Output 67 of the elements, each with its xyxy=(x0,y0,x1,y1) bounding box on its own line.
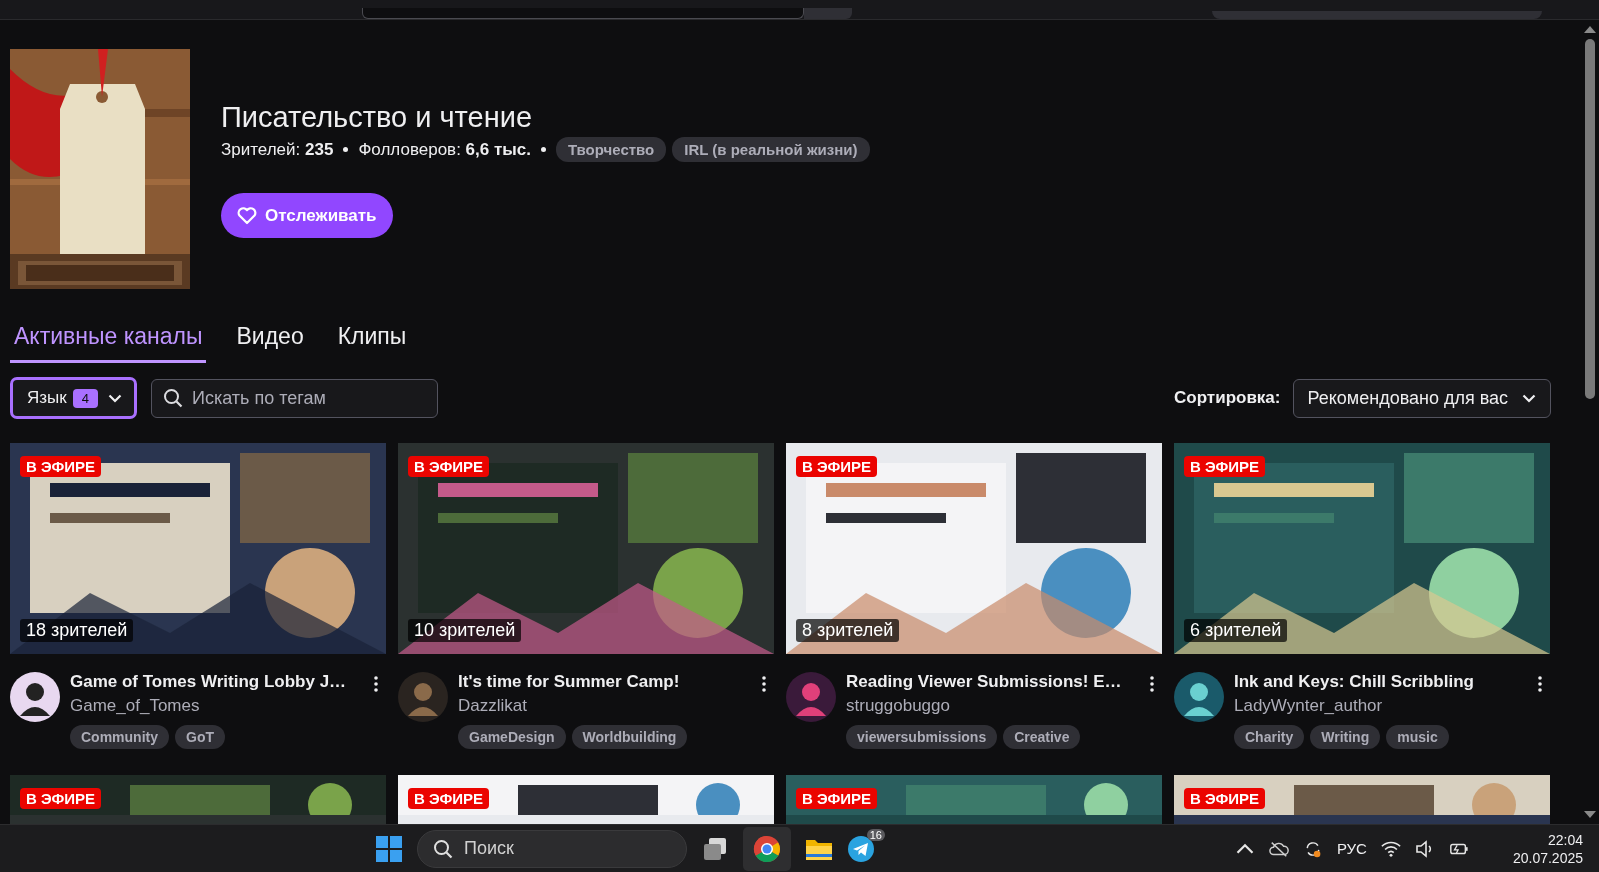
more-options-icon[interactable] xyxy=(762,676,766,692)
tab[interactable]: Клипы xyxy=(333,317,411,363)
channel-name[interactable]: struggobuggo xyxy=(846,696,1140,716)
more-options-icon[interactable] xyxy=(1150,676,1154,692)
follower-count: Фолловеров: 6,6 тыс. xyxy=(358,139,531,160)
tag[interactable]: Worldbuilding xyxy=(571,725,688,749)
follow-button[interactable]: Отслеживать xyxy=(221,193,393,238)
tag[interactable]: GoT xyxy=(175,725,225,749)
heart-icon xyxy=(237,206,257,225)
avatar[interactable] xyxy=(1174,672,1224,722)
tag[interactable]: music xyxy=(1386,725,1449,749)
viewer-count: 10 зрителей xyxy=(408,619,522,642)
stream-title[interactable]: It's time for Summer Camp! xyxy=(458,672,752,692)
viewer-count: Зрителей: 235 xyxy=(221,139,334,160)
search-icon xyxy=(433,838,453,859)
channel-name[interactable]: Game_of_Tomes xyxy=(70,696,364,716)
live-badge: В ЭФИРЕ xyxy=(20,788,102,809)
live-badge: В ЭФИРЕ xyxy=(408,456,490,477)
notification-badge: 16 xyxy=(866,828,885,841)
chevron-icon xyxy=(107,393,122,403)
tab[interactable]: Активные каналы xyxy=(10,317,207,363)
channel-name[interactable]: LadyWynter_author xyxy=(1234,696,1528,716)
viewer-count: 8 зрителей xyxy=(796,619,900,642)
more-options-icon[interactable] xyxy=(374,676,378,692)
viewer-count: 18 зрителей xyxy=(20,619,134,642)
input-language[interactable]: РУС xyxy=(1336,840,1367,857)
language-filter[interactable]: Язык 4 xyxy=(10,377,137,419)
search-icon xyxy=(162,387,183,408)
live-badge: В ЭФИРЕ xyxy=(1184,788,1266,809)
language-label: Язык xyxy=(27,388,67,408)
separator-dot xyxy=(343,147,349,152)
clock-time[interactable]: 22:04 xyxy=(1547,830,1583,849)
tag[interactable]: IRL (в реальной жизни) xyxy=(672,137,870,162)
cloud-off-icon[interactable] xyxy=(1268,839,1289,858)
browser-icon[interactable] xyxy=(753,834,781,863)
live-badge: В ЭФИРЕ xyxy=(796,788,878,809)
tag[interactable]: Creative xyxy=(1003,725,1081,749)
count-badge: 4 xyxy=(72,388,98,408)
taskbar-search-field[interactable]: Поиск xyxy=(417,829,687,868)
clock-date[interactable]: 20.07.2025 xyxy=(1512,848,1583,867)
chevron-icon xyxy=(1522,393,1537,403)
viewer-count: 6 зрителей xyxy=(1184,619,1288,642)
live-badge: В ЭФИРЕ xyxy=(408,788,490,809)
sort-value: Рекомендовано для вас xyxy=(1307,387,1509,409)
tab[interactable]: Видео xyxy=(232,317,308,363)
avatar[interactable] xyxy=(10,672,60,722)
sort-label: Сортировка: xyxy=(1174,388,1281,408)
tag[interactable]: Writing xyxy=(1310,725,1381,749)
tag[interactable]: Community xyxy=(70,725,169,749)
channel-name[interactable]: Dazzlikat xyxy=(458,696,752,716)
tag[interactable]: GameDesign xyxy=(458,725,566,749)
separator-dot xyxy=(540,147,546,152)
live-badge: В ЭФИРЕ xyxy=(20,456,102,477)
live-badge: В ЭФИРЕ xyxy=(796,456,878,477)
tag[interactable]: Творчество xyxy=(555,137,667,162)
tag-search-field[interactable]: Искать по тегам xyxy=(150,378,438,418)
sort-dropdown[interactable]: Рекомендовано для вас xyxy=(1292,378,1552,418)
stream-title[interactable]: Reading Viewer Submissions! E… xyxy=(846,672,1140,692)
more-options-icon[interactable] xyxy=(1538,676,1542,692)
stream-title[interactable]: Ink and Keys: Chill Scribbling xyxy=(1234,672,1528,692)
stream-title[interactable]: Game of Tomes Writing Lobby J… xyxy=(70,672,364,692)
tag[interactable]: Charity xyxy=(1234,725,1305,749)
live-badge: В ЭФИРЕ xyxy=(1184,456,1266,477)
windows-start-icon[interactable] xyxy=(375,834,403,863)
category-title: Писательство и чтение xyxy=(221,100,534,134)
tag[interactable]: viewersubmissions xyxy=(846,725,998,749)
wifi-icon[interactable] xyxy=(1380,839,1401,858)
